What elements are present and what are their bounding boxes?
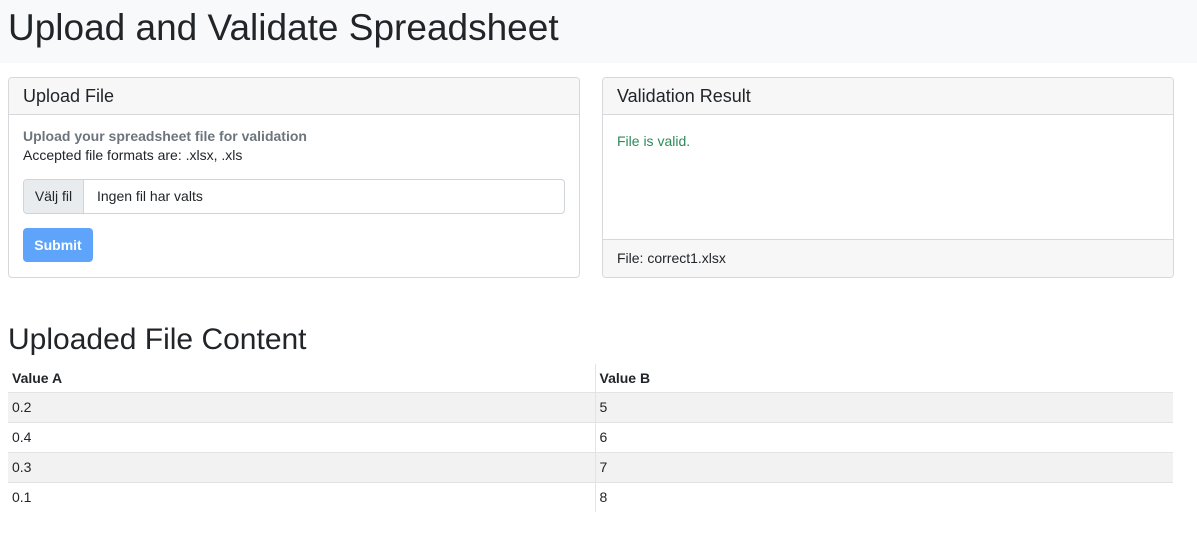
table-row: 0.1 8 [8,482,1173,512]
table-row: 0.4 6 [8,422,1173,452]
result-card-footer: File: correct1.xlsx [603,239,1173,277]
upload-instruction: Upload your spreadsheet file for validat… [23,128,307,144]
upload-card-title: Upload File [23,86,115,106]
uploaded-file-name: File: correct1.xlsx [617,250,726,266]
content-section-title: Uploaded File Content [8,323,307,356]
table-cell: 5 [599,399,608,415]
page-header: Upload and Validate Spreadsheet [0,0,1197,63]
table-row: 0.3 7 [8,452,1173,482]
result-card-header: Validation Result [603,78,1173,115]
table-cell: 0.4 [8,422,596,452]
column-header: Value A [8,364,596,392]
table-cell: 6 [599,429,608,445]
column-header: Value B [599,369,651,386]
validation-result-card: Validation Result File is valid. File: c… [602,77,1174,278]
accepted-formats-text: Accepted file formats are: .xlsx, .xls [23,147,243,163]
result-card-title: Validation Result [617,86,751,106]
file-content-table: Value A Value B 0.2 5 0.4 6 0.3 7 0.1 8 [8,364,1173,512]
table-cell: 7 [599,459,608,475]
submit-button[interactable]: Submit [23,228,93,262]
table-cell: 0.3 [8,452,596,482]
choose-file-button[interactable]: Välj fil [24,180,84,213]
table-cell: 8 [599,489,608,506]
table-cell: 0.1 [8,482,596,512]
table-cell: 0.2 [8,392,596,422]
table-row: 0.2 5 [8,392,1173,422]
validation-message: File is valid. [617,133,691,149]
upload-card-header: Upload File [9,78,579,115]
file-status-label: Ingen fil har valts [97,188,203,204]
upload-card: Upload File Upload your spreadsheet file… [8,77,580,278]
page-title: Upload and Validate Spreadsheet [8,7,559,48]
table-header-row: Value A Value B [8,364,1173,392]
file-input[interactable]: Välj fil Ingen fil har valts [23,179,565,214]
